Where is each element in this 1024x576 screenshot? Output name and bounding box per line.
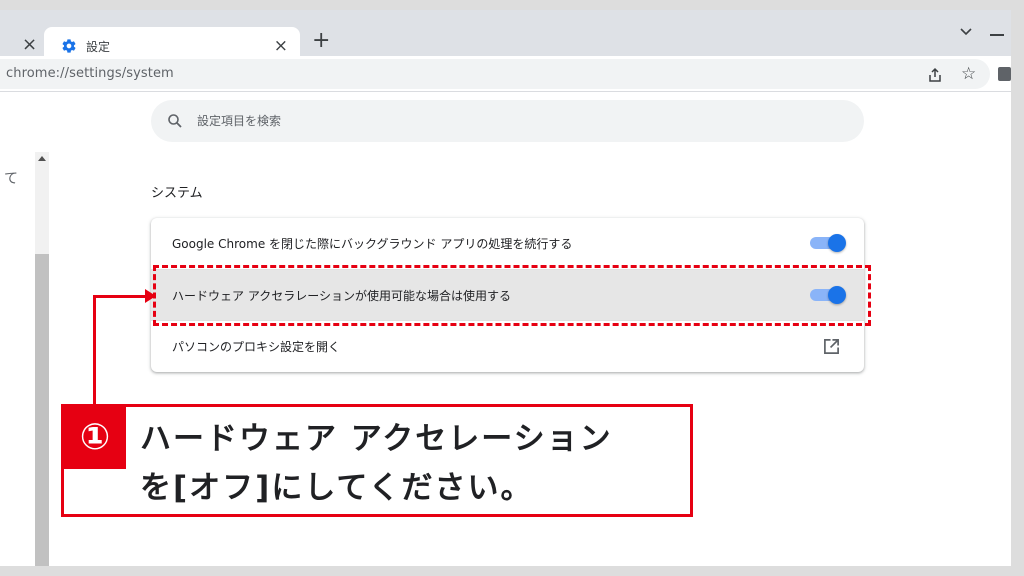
setting-label: パソコンのプロキシ設定を開く: [172, 340, 341, 354]
toolbar: chrome://settings/system ☆: [0, 56, 1011, 92]
new-tab-button[interactable]: +: [312, 30, 330, 52]
instruction-callout: ① ハードウェア アクセレーション を[オフ]にしてください。: [61, 404, 693, 517]
window-frame-top: [0, 0, 1024, 10]
prev-tab-close-icon[interactable]: ×: [22, 36, 37, 54]
search-input[interactable]: [197, 110, 797, 132]
search-icon: [168, 114, 182, 128]
setting-label: Google Chrome を閉じた際にバックグラウンド アプリの処理を続行する: [172, 237, 573, 251]
settings-search[interactable]: [151, 100, 864, 142]
omnibox[interactable]: chrome://settings/system ☆: [0, 59, 990, 89]
arrow-line: [93, 295, 145, 298]
tab-search-icon[interactable]: [958, 25, 974, 39]
window-frame-right: [1011, 0, 1024, 576]
highlight-box: [153, 265, 871, 326]
section-title: システム: [151, 186, 203, 201]
arrow-line: [93, 295, 96, 406]
scrollbar-thumb[interactable]: [35, 254, 49, 566]
window-minimize-button[interactable]: [990, 34, 1004, 36]
tab-strip: × 設定 × +: [0, 10, 1011, 66]
share-icon[interactable]: [927, 67, 943, 83]
toggle-knob: [828, 234, 846, 252]
star-icon[interactable]: ☆: [961, 65, 976, 83]
gear-icon: [62, 39, 76, 53]
background-apps-toggle[interactable]: [810, 234, 846, 252]
instruction-line-1: ハードウェア アクセレーション: [140, 421, 613, 457]
sidebar-fragment: て: [4, 171, 18, 187]
window-frame-bottom: [0, 566, 1024, 576]
tab-close-icon[interactable]: ×: [274, 36, 288, 56]
arrow-right-icon: [145, 289, 156, 303]
external-link-icon[interactable]: [823, 338, 840, 355]
instruction-line-2: を[オフ]にしてください。: [140, 470, 534, 506]
scroll-up-arrow-icon[interactable]: [38, 156, 46, 161]
setting-row-background-apps[interactable]: Google Chrome を閉じた際にバックグラウンド アプリの処理を続行する: [151, 218, 864, 269]
extension-icon[interactable]: [998, 67, 1011, 81]
tab-title: 設定: [86, 40, 111, 54]
setting-row-proxy[interactable]: パソコンのプロキシ設定を開く: [151, 320, 864, 371]
step-number-badge: ①: [64, 407, 126, 469]
omnibox-url: chrome://settings/system: [6, 66, 174, 81]
